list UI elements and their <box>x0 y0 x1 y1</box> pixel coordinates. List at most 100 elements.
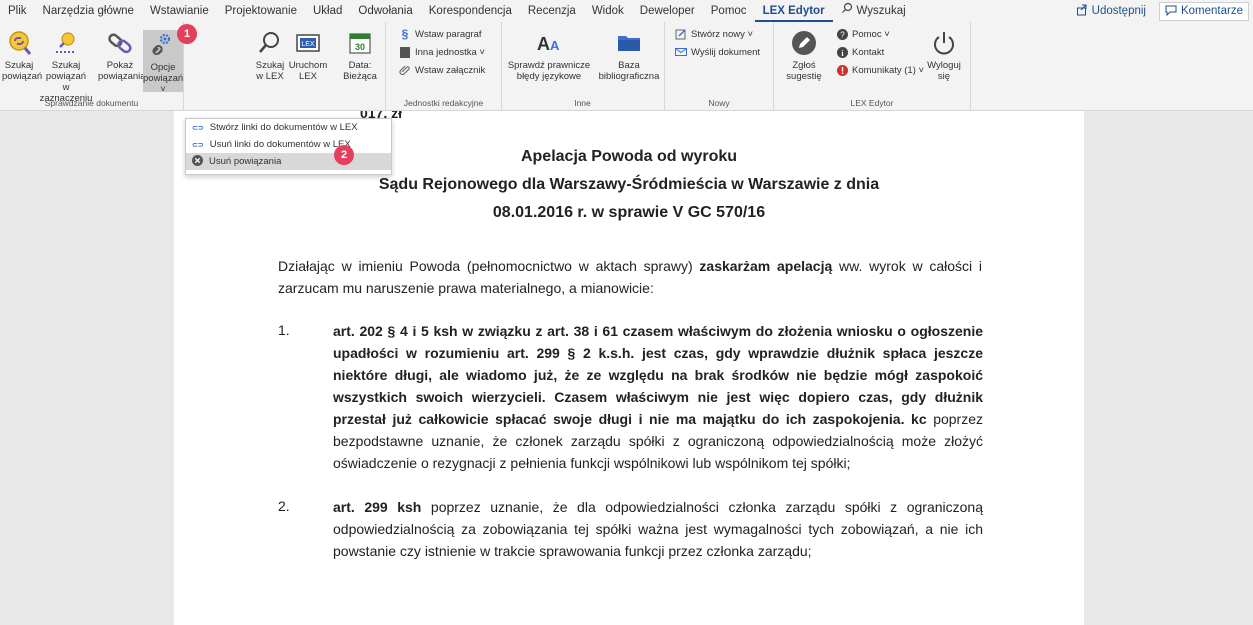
unit-icon <box>399 46 411 58</box>
baza-bibliograficzna-button[interactable]: Baza bibliograficzna <box>597 28 661 82</box>
intro-paragraph: Działając w imieniu Powoda (pełnomocnict… <box>278 255 982 299</box>
tab-narzedzia-glowne[interactable]: Narzędzia główne <box>35 0 142 22</box>
menu-item-create-links[interactable]: ⊂⊃ Stwórz linki do dokumentów w LEX <box>186 119 391 136</box>
kontakt-button[interactable]: i Kontakt <box>836 46 884 58</box>
search-box[interactable]: Wyszukaj <box>833 0 914 22</box>
szukaj-powiazan-button[interactable]: Szukaj powiązań <box>2 28 42 82</box>
svg-text:A: A <box>537 34 550 54</box>
tab-uklad[interactable]: Układ <box>305 0 350 22</box>
tab-korespondencja[interactable]: Korespondencja <box>421 0 520 22</box>
list-item-2-number: 2. <box>278 498 290 514</box>
wstaw-paragraf-button[interactable]: § Wstaw paragraf <box>399 27 482 41</box>
lex-icon: LEX <box>293 28 323 58</box>
sprawdz-bledy-button[interactable]: AA Sprawdź prawnicze błędy językowe <box>503 28 595 82</box>
label-line: Uruchom <box>288 60 328 71</box>
tab-deweloper[interactable]: Deweloper <box>632 0 703 22</box>
label: Wyślij dokument <box>691 46 761 58</box>
svg-text:A: A <box>550 38 560 53</box>
label: Wstaw paragraf <box>415 28 482 40</box>
magnifier-icon <box>255 28 285 58</box>
tab-recenzja[interactable]: Recenzja <box>520 0 584 22</box>
data-biezaca-button[interactable]: 30 Data: Bieżąca <box>340 28 380 82</box>
text-check-icon: AA <box>519 28 579 58</box>
lex-icon-text: LEX <box>301 41 315 48</box>
search-icon <box>841 0 853 22</box>
label-line: Opcje <box>150 62 176 73</box>
ribbon-tabs: Plik Narzędzia główne Wstawianie Projekt… <box>0 0 1253 22</box>
list-item-1-bold: art. 202 § 4 i 5 ksh w związku z art. 38… <box>333 323 983 427</box>
label: Inna jednostka ˅ <box>415 46 485 58</box>
wstaw-zalacznik-button[interactable]: Wstaw załącznik <box>399 64 485 76</box>
document-page[interactable]: Apelacja Powoda od wyroku Sądu Rejonoweg… <box>174 111 1084 625</box>
tab-wstawianie[interactable]: Wstawianie <box>142 0 217 22</box>
label-line: w LEX <box>256 71 284 82</box>
intro-text-bold: zaskarżam apelacją <box>699 258 833 274</box>
label-line: Szukaj powiązań <box>45 60 87 82</box>
tab-projektowanie[interactable]: Projektowanie <box>217 0 305 22</box>
group-label: Inne <box>574 98 591 108</box>
tab-plik[interactable]: Plik <box>0 0 35 22</box>
step-badge-1: 1 <box>177 24 197 44</box>
tab-lex-edytor[interactable]: LEX Edytor <box>754 0 833 22</box>
link-search-icon <box>4 28 34 58</box>
share-button[interactable]: Udostępnij <box>1071 3 1151 20</box>
inna-jednostka-button[interactable]: Inna jednostka ˅ <box>399 46 485 58</box>
new-doc-icon <box>675 28 687 40</box>
group-lex-search: Szukaj w LEX LEX Uruchom LEX 30 Data: Bi… <box>184 22 384 110</box>
list-item-2-bold: art. 299 ksh <box>333 499 422 515</box>
info-icon: i <box>836 46 848 58</box>
link-icon: ⊂⊃ <box>192 124 204 132</box>
group-lex-edytor: Zgłoś sugestię ? Pomoc ˅ i Kontakt Komun… <box>774 22 971 110</box>
send-mail-icon <box>675 46 687 58</box>
label-line: Data: <box>348 60 372 71</box>
pencil-icon <box>789 28 819 58</box>
tab-odwolania[interactable]: Odwołania <box>350 0 420 22</box>
group-nowy: Stwórz nowy ˅ Wyślij dokument Nowy <box>665 22 774 110</box>
svg-text:?: ? <box>840 30 845 39</box>
label-line: Pokaż <box>106 60 134 71</box>
label: Stwórz nowy ˅ <box>691 28 754 40</box>
menu-item-remove-relations[interactable]: Usuń powiązania <box>186 153 391 170</box>
chain-link-icon <box>105 28 135 58</box>
tab-widok[interactable]: Widok <box>584 0 632 22</box>
opcje-powiazan-button[interactable]: Opcje powiązań ˅ <box>143 30 183 95</box>
share-icon <box>1076 4 1088 19</box>
tab-pomoc[interactable]: Pomoc <box>703 0 755 22</box>
uruchom-lex-button[interactable]: LEX Uruchom LEX <box>288 28 328 82</box>
list-item-1: art. 202 § 4 i 5 ksh w związku z art. 38… <box>333 320 983 474</box>
list-item-1-number: 1. <box>278 322 290 338</box>
zglos-sugestie-button[interactable]: Zgłoś sugestię <box>780 28 828 82</box>
label-line: sugestię <box>786 71 822 82</box>
search-label: Wyszukaj <box>856 5 906 17</box>
link-options-icon <box>148 30 178 60</box>
group-inne: AA Sprawdź prawnicze błędy językowe Baza… <box>501 22 665 110</box>
label-line: LEX <box>299 71 317 82</box>
wyloguj-button[interactable]: Wyloguj się <box>924 28 964 82</box>
group-jednostki: § Wstaw paragraf Inna jednostka ˅ Wstaw … <box>385 22 502 110</box>
group-sprawdzanie: Szukaj powiązań Szukaj powiązań w zaznac… <box>0 22 184 110</box>
calendar-day: 30 <box>355 42 365 52</box>
pomoc-button[interactable]: ? Pomoc ˅ <box>836 28 890 40</box>
label: Pomoc ˅ <box>852 28 890 40</box>
szukaj-w-lex-button[interactable]: Szukaj w LEX <box>252 28 288 82</box>
wyslij-dokument-button[interactable]: Wyślij dokument <box>675 46 760 58</box>
paperclip-icon <box>399 64 411 76</box>
label-line: się <box>937 71 951 82</box>
link-icon: ⊂⊃ <box>192 141 204 149</box>
list-item-2: art. 299 ksh poprzez uznanie, że dla odp… <box>333 496 983 562</box>
menu-item-remove-links[interactable]: ⊂⊃ Usuń linki do dokumentów w LEX <box>186 136 391 153</box>
power-icon <box>929 28 959 58</box>
szukaj-w-zaznaczeniu-button[interactable]: Szukaj powiązań w zaznaczeniu <box>36 28 96 104</box>
comments-button[interactable]: Komentarze <box>1158 1 1249 21</box>
label-line: Zgłoś <box>792 60 816 71</box>
step-badge-2: 2 <box>334 145 354 165</box>
komunikaty-button[interactable]: Komunikaty (1) ˅ <box>836 64 924 76</box>
comment-icon <box>1165 4 1177 19</box>
stworz-nowy-button[interactable]: Stwórz nowy ˅ <box>675 28 753 40</box>
share-comment-area: Udostępnij Komentarze <box>1071 0 1253 22</box>
paragraph-icon: § <box>401 27 409 41</box>
help-icon: ? <box>836 28 848 40</box>
group-label: Jednostki redakcyjne <box>403 98 484 108</box>
label-line: Szukaj <box>255 60 285 71</box>
pokaz-powiazania-button[interactable]: Pokaż powiązania <box>98 28 146 82</box>
